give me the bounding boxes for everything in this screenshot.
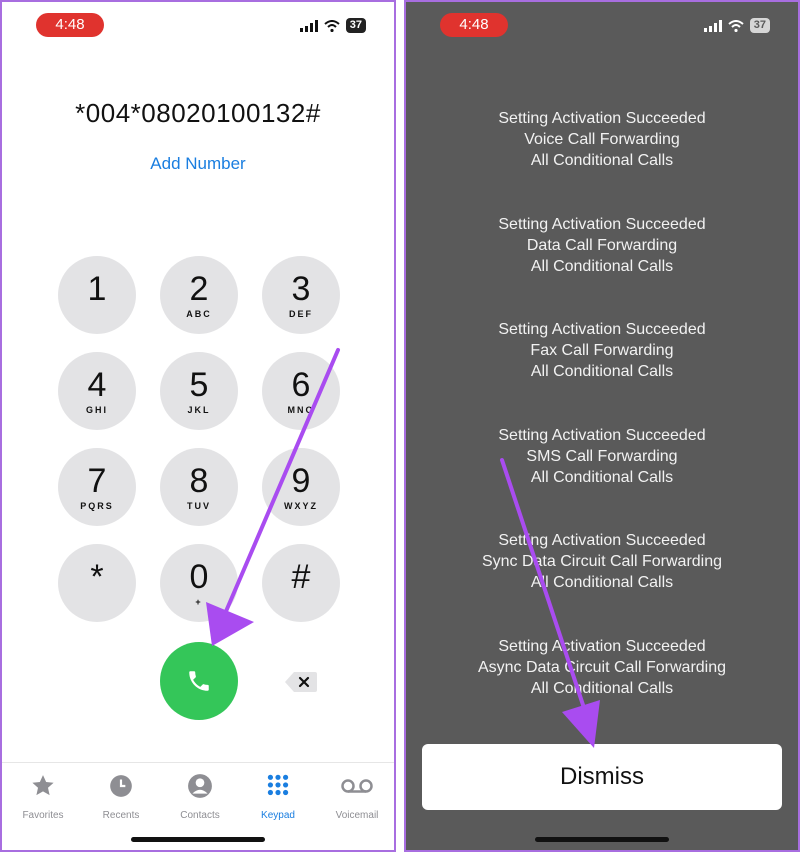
key-8[interactable]: 8 TUV (160, 448, 238, 526)
status-icons: 37 (299, 18, 366, 33)
key-star[interactable]: * (58, 544, 136, 622)
key-digit: 3 (291, 269, 311, 308)
call-button[interactable] (160, 642, 238, 720)
cellular-signal-icon (703, 19, 722, 32)
key-digit: 9 (291, 461, 311, 500)
key-7[interactable]: 7 PQRS (58, 448, 136, 526)
key-letters: JKL (187, 404, 211, 415)
key-digit: 5 (189, 365, 209, 404)
message-service: Voice Call Forwarding (524, 131, 680, 148)
message-condition: All Conditional Calls (530, 152, 674, 169)
tab-label: Favorites (22, 810, 64, 821)
tab-bar: Favorites Recents Contacts Keypad Voicem… (2, 762, 394, 833)
key-digit: * (90, 557, 104, 596)
person-icon (188, 774, 212, 798)
backspace-icon (285, 672, 317, 692)
key-digit: 4 (87, 365, 107, 404)
tab-recents[interactable]: Recents (86, 773, 156, 821)
battery-indicator: 37 (345, 18, 366, 33)
tab-keypad[interactable]: Keypad (243, 773, 313, 821)
key-4[interactable]: 4 GHI (58, 352, 136, 430)
key-9[interactable]: 9 WXYZ (262, 448, 340, 526)
add-number-link[interactable]: Add Number (2, 154, 394, 174)
key-letters: DEF (289, 308, 313, 319)
message-title: Setting Activation Succeeded (498, 638, 706, 655)
key-digit: 0 (189, 557, 209, 596)
result-message: Setting Activation Succeeded Async Data C… (406, 636, 798, 699)
keypad-icon (267, 774, 289, 796)
key-letters: + (195, 596, 203, 607)
result-message: Setting Activation Succeeded Voice Call F… (406, 108, 798, 171)
wifi-icon (728, 19, 744, 32)
dialer-screen: 4:48 37 *004*08020100132# Add Number 12A… (0, 0, 396, 852)
message-service: SMS Call Forwarding (526, 447, 678, 465)
result-message: Setting Activation Succeeded Data Call Fo… (406, 214, 798, 277)
key-digit: 7 (87, 461, 107, 500)
message-title: Setting Activation Succeeded (498, 426, 706, 444)
message-condition: All Conditional Calls (530, 680, 674, 697)
message-title: Setting Activation Succeeded (498, 110, 706, 127)
key-digit: 2 (189, 269, 209, 308)
clock-icon (110, 775, 132, 797)
key-letters: GHI (85, 404, 108, 415)
key-1[interactable]: 1 (58, 256, 136, 334)
key-letters: ABC (186, 308, 212, 319)
key-5[interactable]: 5 JKL (160, 352, 238, 430)
key-0[interactable]: 0 + (160, 544, 238, 622)
key-letters: WXYZ (284, 500, 318, 511)
voicemail-icon (341, 779, 373, 793)
dismiss-button[interactable]: Dismiss (422, 744, 782, 810)
key-6[interactable]: 6 MNO (262, 352, 340, 430)
message-condition: All Conditional Calls (530, 363, 674, 381)
message-title: Setting Activation Succeeded (498, 532, 706, 550)
key-letters: MNO (287, 404, 315, 415)
key-letters: PQRS (80, 500, 114, 511)
message-service: Data Call Forwarding (526, 236, 678, 254)
cellular-signal-icon (299, 19, 318, 32)
status-icons: 37 (703, 18, 770, 33)
key-digit: 6 (291, 365, 311, 404)
home-indicator (535, 837, 669, 842)
forwarding-result-screen: 4:48 37 Setting Activation Succeeded Voic… (404, 0, 800, 852)
phone-icon (189, 671, 209, 691)
status-time: 4:48 (36, 13, 104, 37)
message-service: Sync Data Circuit Call Forwarding (481, 553, 723, 571)
status-time: 4:48 (440, 13, 508, 37)
message-service: Async Data Circuit Call Forwarding (477, 659, 727, 676)
key-digit: # (291, 557, 311, 596)
tab-label: Contacts (180, 810, 220, 821)
message-condition: All Conditional Calls (530, 257, 674, 275)
dialed-number: *004*08020100132# (75, 98, 321, 128)
key-3[interactable]: 3 DEF (262, 256, 340, 334)
tab-label: Keypad (261, 810, 295, 821)
key-digit: 8 (189, 461, 209, 500)
wifi-icon (324, 19, 340, 32)
star-icon (32, 775, 54, 796)
key-2[interactable]: 2 ABC (160, 256, 238, 334)
result-message: Setting Activation Succeeded Sync Data Ci… (406, 530, 798, 593)
message-title: Setting Activation Succeeded (498, 215, 706, 233)
battery-indicator: 37 (749, 18, 770, 33)
tab-voicemail[interactable]: Voicemail (322, 773, 392, 821)
tab-contacts[interactable]: Contacts (165, 773, 235, 821)
key-hash[interactable]: # (262, 544, 340, 622)
key-letters: TUV (187, 500, 211, 511)
result-message: Setting Activation Succeeded SMS Call For… (406, 425, 798, 488)
message-title: Setting Activation Succeeded (498, 321, 706, 339)
tab-label: Recents (102, 810, 140, 821)
message-condition: All Conditional Calls (530, 468, 674, 486)
home-indicator (131, 837, 265, 842)
result-message: Setting Activation Succeeded Fax Call For… (406, 319, 798, 382)
message-condition: All Conditional Calls (530, 574, 674, 592)
delete-button[interactable] (284, 670, 318, 694)
tab-label: Voicemail (335, 810, 379, 821)
message-service: Fax Call Forwarding (530, 342, 674, 360)
key-digit: 1 (87, 269, 107, 308)
tab-favorites[interactable]: Favorites (8, 773, 78, 821)
